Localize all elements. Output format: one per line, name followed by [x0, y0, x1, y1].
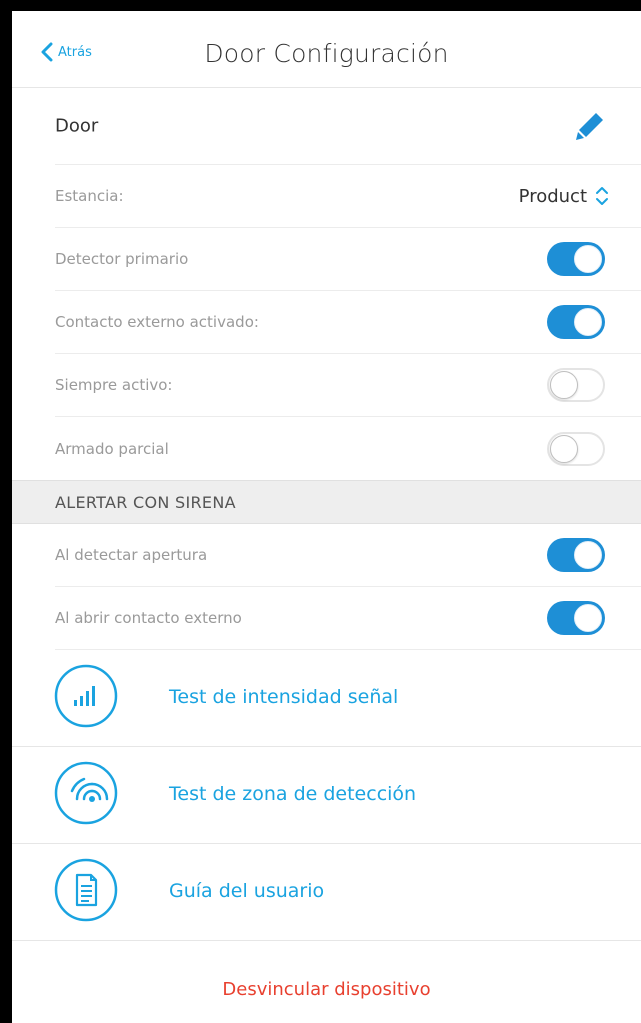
user-guide-button[interactable]: Guía del usuario: [12, 844, 641, 941]
setting-label: Contacto externo activado:: [55, 313, 259, 331]
setting-row-primary-detector: Detector primario: [55, 228, 641, 291]
always-active-toggle[interactable]: [547, 368, 605, 402]
siren-on-open-toggle[interactable]: [547, 538, 605, 572]
primary-detector-toggle[interactable]: [547, 242, 605, 276]
setting-row-external-contact: Contacto externo activado:: [55, 291, 641, 354]
external-contact-toggle[interactable]: [547, 305, 605, 339]
setting-row-always-active: Siempre activo:: [55, 354, 641, 417]
device-name-row: Door: [55, 88, 641, 165]
signal-bars-icon: [54, 664, 118, 728]
setting-label: Al detectar apertura: [55, 546, 208, 564]
action-label: Test de zona de detección: [169, 783, 417, 805]
partial-arm-toggle[interactable]: [547, 431, 605, 466]
room-select[interactable]: Product: [519, 185, 609, 207]
toggle-knob: [574, 604, 602, 632]
unlink-device-button[interactable]: Desvincular dispositivo: [12, 941, 641, 1023]
setting-label: Al abrir contacto externo: [55, 609, 242, 627]
action-label: Guía del usuario: [169, 880, 325, 902]
room-row[interactable]: Estancia: Product: [55, 165, 641, 228]
setting-row-partial-arm: Armado parcial: [55, 417, 641, 480]
setting-label: Siempre activo:: [55, 376, 173, 394]
siren-external-contact-toggle[interactable]: [547, 601, 605, 635]
updown-chevron-icon: [596, 187, 608, 205]
pencil-icon[interactable]: [574, 110, 606, 142]
navigation-bar: Atrás Door Configuración: [12, 11, 641, 88]
toggle-knob: [550, 371, 578, 399]
room-value: Product: [518, 185, 587, 207]
toggle-knob: [550, 434, 578, 463]
device-config-screen: Atrás Door Configuración Door Estancia: …: [12, 11, 641, 1023]
detection-zone-icon: [54, 761, 118, 825]
toggle-knob: [574, 308, 602, 336]
action-label: Test de intensidad señal: [169, 686, 399, 708]
page-title: Door Configuración: [204, 39, 449, 68]
unlink-label: Desvincular dispositivo: [222, 979, 431, 1000]
setting-label: Detector primario: [55, 250, 189, 268]
toggle-knob: [574, 541, 602, 569]
section-title: ALERTAR CON SIRENA: [55, 493, 236, 512]
siren-row-on-open: Al detectar apertura: [55, 524, 641, 587]
detection-zone-test-button[interactable]: Test de zona de detección: [12, 747, 641, 844]
setting-label: Armado parcial: [55, 439, 169, 458]
room-label: Estancia:: [55, 187, 124, 205]
signal-test-button[interactable]: Test de intensidad señal: [12, 650, 641, 747]
toggle-knob: [574, 245, 602, 273]
siren-row-external-contact: Al abrir contacto externo: [55, 587, 641, 650]
document-icon: [54, 858, 118, 922]
device-name: Door: [55, 115, 99, 137]
siren-section-header: ALERTAR CON SIRENA: [12, 480, 641, 524]
